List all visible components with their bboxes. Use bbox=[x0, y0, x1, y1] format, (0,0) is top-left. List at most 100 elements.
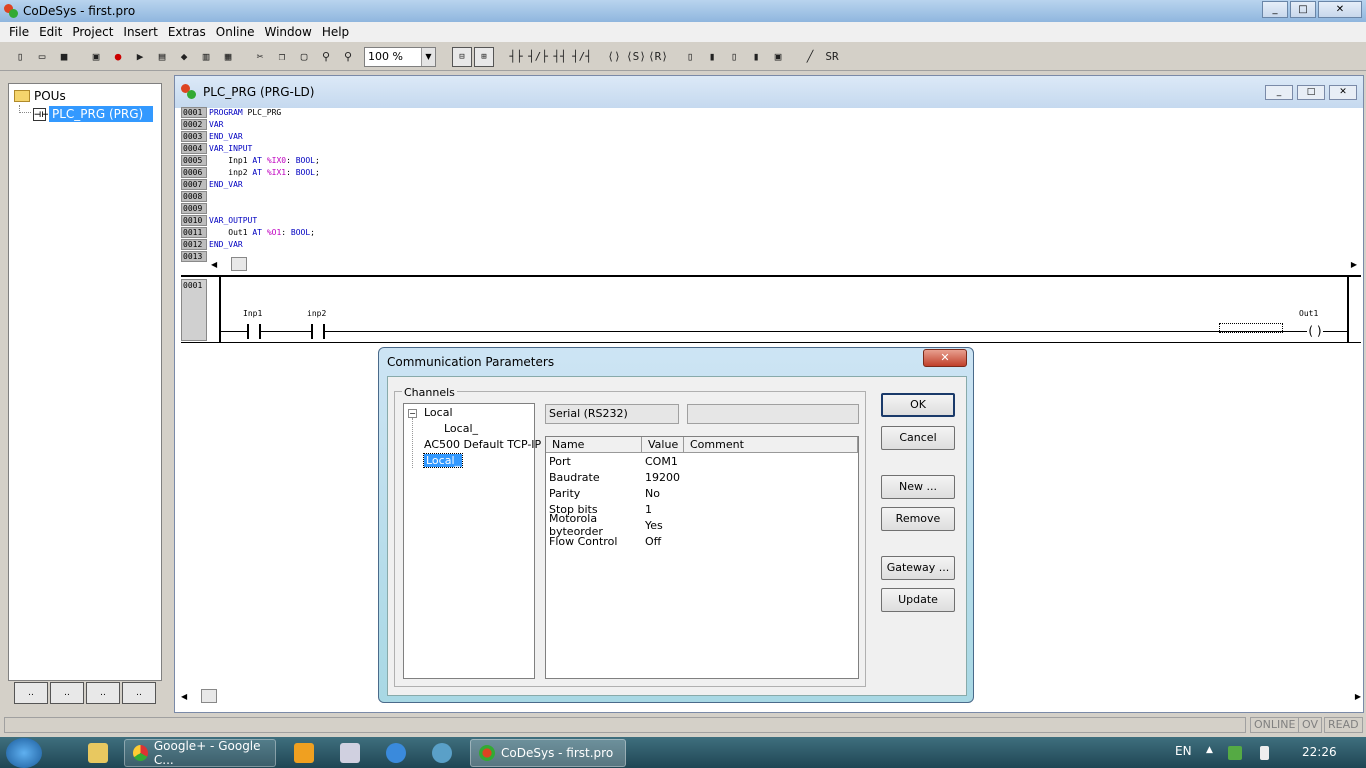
menu-online[interactable]: Online bbox=[211, 25, 260, 39]
set-reset-icon[interactable]: SR bbox=[822, 47, 842, 67]
jump-icon[interactable]: ▣ bbox=[768, 47, 788, 67]
menu-project[interactable]: Project bbox=[67, 25, 118, 39]
function-block-icon[interactable]: ▯ bbox=[724, 47, 744, 67]
table-row[interactable]: Flow Control Off bbox=[546, 533, 858, 549]
box-icon[interactable]: ▯ bbox=[680, 47, 700, 67]
scroll-right-icon[interactable]: ▶ bbox=[1355, 692, 1361, 701]
single-cycle-icon[interactable]: ▥ bbox=[196, 47, 216, 67]
ie-icon[interactable] bbox=[386, 743, 406, 763]
zoom-select[interactable]: 100 % ▼ bbox=[364, 46, 436, 67]
code-line[interactable]: 0010 VAR_OUTPUT bbox=[181, 214, 1357, 226]
code-line[interactable]: 0006 inp2 AT %IX1: BOOL; bbox=[181, 166, 1357, 178]
taskbar-item-codesys[interactable]: CoDeSys - first.pro bbox=[470, 739, 626, 767]
param-value[interactable]: COM1 bbox=[642, 455, 684, 468]
channel-local-child[interactable]: Local_ bbox=[444, 422, 478, 435]
code-line[interactable]: 0007 END_VAR bbox=[181, 178, 1357, 190]
channel-local-selected[interactable]: Local_ bbox=[422, 453, 464, 468]
column-comment[interactable]: Comment bbox=[684, 437, 858, 452]
explorer-icon[interactable] bbox=[88, 743, 108, 763]
param-value[interactable]: No bbox=[642, 487, 684, 500]
menu-help[interactable]: Help bbox=[317, 25, 354, 39]
set-coil-icon[interactable]: ⟨S⟩ bbox=[626, 47, 646, 67]
param-value[interactable]: 1 bbox=[642, 503, 684, 516]
scroll-left-icon[interactable]: ◀ bbox=[211, 260, 217, 269]
column-name[interactable]: Name bbox=[546, 437, 642, 452]
tab-visualizations[interactable]: .. bbox=[86, 682, 120, 704]
pou-root[interactable]: POUs bbox=[14, 89, 66, 103]
editor-maximize-button[interactable]: □ bbox=[1297, 85, 1325, 100]
column-value[interactable]: Value bbox=[642, 437, 684, 452]
coil-out1[interactable]: ( ) bbox=[1307, 323, 1323, 339]
param-value[interactable]: 19200 bbox=[642, 471, 684, 484]
contact-icon[interactable]: ┤├ bbox=[506, 47, 526, 67]
channel-ac500-tcpip[interactable]: AC500 Default TCP-IP bbox=[424, 438, 541, 451]
channel-local[interactable]: Local bbox=[424, 406, 453, 419]
pou-item-plc-prg[interactable]: ⊣⊢ PLC_PRG (PRG) bbox=[33, 106, 153, 122]
contact-inp2[interactable] bbox=[311, 324, 325, 339]
battery-icon[interactable] bbox=[1260, 746, 1269, 760]
code-line[interactable]: 0002 VAR bbox=[181, 118, 1357, 130]
menu-extras[interactable]: Extras bbox=[163, 25, 211, 39]
collapse-icon[interactable]: − bbox=[408, 409, 417, 418]
close-button[interactable]: ✕ bbox=[1318, 1, 1362, 18]
table-row[interactable]: Port COM1 bbox=[546, 453, 858, 469]
start-button[interactable] bbox=[6, 738, 42, 768]
cancel-button[interactable]: Cancel bbox=[881, 426, 955, 450]
code-line[interactable]: 0012 END_VAR bbox=[181, 238, 1357, 250]
ok-button[interactable]: OK bbox=[881, 393, 955, 417]
dialog-close-button[interactable]: ✕ bbox=[923, 349, 967, 367]
scroll-thumb[interactable] bbox=[201, 689, 218, 703]
write-values-icon[interactable]: ▦ bbox=[218, 47, 238, 67]
coil-icon[interactable]: ⟨⟩ bbox=[604, 47, 624, 67]
table-row[interactable]: Baudrate 19200 bbox=[546, 469, 858, 485]
taskbar-item-chrome[interactable]: Google+ - Google C... bbox=[124, 739, 276, 767]
remove-button[interactable]: Remove bbox=[881, 507, 955, 531]
table-row[interactable]: Motorola byteorder Yes bbox=[546, 512, 858, 538]
code-line[interactable]: 0005 Inp1 AT %IX0: BOOL; bbox=[181, 154, 1357, 166]
new-file-icon[interactable]: ▯ bbox=[10, 47, 30, 67]
stop-icon[interactable]: ● bbox=[108, 47, 128, 67]
run-icon[interactable]: ▶ bbox=[130, 47, 150, 67]
login-icon[interactable]: ▣ bbox=[86, 47, 106, 67]
parallel-negated-contact-icon[interactable]: ┤/┤ bbox=[572, 47, 592, 67]
box-en-icon[interactable]: ▮ bbox=[702, 47, 722, 67]
code-line[interactable]: 0001 PROGRAM PLC_PRG bbox=[181, 106, 1357, 118]
chevron-down-icon[interactable]: ▼ bbox=[421, 47, 435, 66]
network-tray-icon[interactable] bbox=[1228, 746, 1242, 760]
parallel-contact-icon[interactable]: ┤┤ bbox=[550, 47, 570, 67]
find-icon[interactable]: ⚲ bbox=[316, 47, 336, 67]
copy-icon[interactable]: ❐ bbox=[272, 47, 292, 67]
menu-file[interactable]: File bbox=[4, 25, 34, 39]
clock[interactable]: 22:26 bbox=[1302, 745, 1337, 759]
param-value[interactable]: Yes bbox=[642, 519, 684, 532]
scroll-left-icon[interactable]: ◀ bbox=[181, 692, 187, 701]
editor-minimize-button[interactable]: _ bbox=[1265, 85, 1293, 100]
reset-coil-icon[interactable]: ⟨R⟩ bbox=[648, 47, 668, 67]
menu-edit[interactable]: Edit bbox=[34, 25, 67, 39]
param-value[interactable]: Off bbox=[642, 535, 684, 548]
tab-data-types[interactable]: .. bbox=[50, 682, 84, 704]
network-before-icon[interactable]: ⊟ bbox=[452, 46, 472, 67]
new-button[interactable]: New ... bbox=[881, 475, 955, 499]
code-line[interactable]: 0008 bbox=[181, 190, 1357, 202]
tab-pous[interactable]: .. bbox=[14, 682, 48, 704]
tab-resources[interactable]: .. bbox=[122, 682, 156, 704]
language-indicator[interactable]: EN bbox=[1175, 744, 1192, 758]
breakpoint-icon[interactable]: ◆ bbox=[174, 47, 194, 67]
ladder-network[interactable]: 0001 Inp1 inp2 Out1 ( ) bbox=[181, 275, 1361, 343]
declaration-scrollbar[interactable]: ◀ ▶ bbox=[211, 256, 1357, 272]
show-hidden-icons-icon[interactable]: ▲ bbox=[1206, 745, 1213, 755]
find-next-icon[interactable]: ⚲ bbox=[338, 47, 358, 67]
save-icon[interactable]: ■ bbox=[54, 47, 74, 67]
network-after-icon[interactable]: ⊞ bbox=[474, 46, 494, 67]
paste-icon[interactable]: ▢ bbox=[294, 47, 314, 67]
negated-contact-icon[interactable]: ┤/├ bbox=[528, 47, 548, 67]
scroll-thumb[interactable] bbox=[231, 257, 248, 271]
code-line[interactable]: 0011 Out1 AT %O1: BOOL; bbox=[181, 226, 1357, 238]
paint-icon[interactable] bbox=[340, 743, 360, 763]
app-icon[interactable] bbox=[432, 743, 452, 763]
open-file-icon[interactable]: ▭ bbox=[32, 47, 52, 67]
scroll-right-icon[interactable]: ▶ bbox=[1351, 260, 1357, 269]
step-icon[interactable]: ▤ bbox=[152, 47, 172, 67]
code-line[interactable]: 0003 END_VAR bbox=[181, 130, 1357, 142]
